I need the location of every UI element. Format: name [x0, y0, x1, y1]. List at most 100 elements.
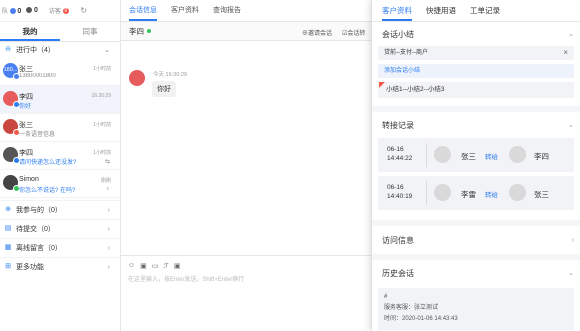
- avatar: [3, 119, 20, 136]
- last-message: 你好: [19, 104, 32, 110]
- status-icon: ⇆: [104, 159, 110, 165]
- conversation-list: 180... 张三 13800001800 1小时前 李四 你好 16:30:29 张三 一条语…: [0, 58, 120, 198]
- close-icon[interactable]: ×: [563, 46, 568, 60]
- customer-panel: 客户资料 快捷用语 工单记录 会话小结 ⌄ 贷前--支付--商户 × 添加会话小结 …: [371, 0, 580, 331]
- transfer-datetime: 06-16 14:44:22: [387, 146, 413, 162]
- flag-icon: [379, 82, 385, 88]
- add-summary-button[interactable]: 添加会话小结: [378, 64, 574, 78]
- owner-tabs: 我的 同事: [0, 22, 120, 42]
- list-item[interactable]: Simon 你怎么不说话? 在吗? 刚刚 ♁: [0, 170, 120, 198]
- message-input[interactable]: 在这里输入，按Enter发送，Shift+Enter换行: [121, 270, 371, 287]
- list-item[interactable]: 180... 张三 13800001800 1小时前: [0, 58, 120, 86]
- folder-icon[interactable]: ▭: [152, 262, 159, 270]
- nav-icon: ⊕: [5, 206, 11, 213]
- tab-ticket-records[interactable]: 工单记录: [470, 0, 500, 21]
- sidebar-nav-item[interactable]: ▦ 离线留言（0） ›: [0, 238, 120, 257]
- history-hash: #: [384, 294, 388, 300]
- nav-label: 更多功能: [16, 264, 44, 271]
- list-item[interactable]: 张三 一条语音信息 1小时前: [0, 114, 120, 142]
- sidebar-nav-item[interactable]: ⊕ 我参与的（0） ›: [0, 200, 120, 219]
- chevron-down-icon: ⌄: [104, 47, 110, 54]
- list-item[interactable]: 李四 请问快递怎么还没发? 1小时前 ⇆: [0, 142, 120, 170]
- visitor-stat: 访客 0: [48, 8, 70, 15]
- transfer-session-button[interactable]: ☑会话转: [342, 28, 365, 37]
- group-label: 进行中（4）: [16, 47, 55, 54]
- tab-colleagues[interactable]: 同事: [60, 22, 120, 41]
- summary-tag: 贷前--支付--商户 ×: [378, 46, 574, 60]
- nav-icon: ▦: [4, 244, 12, 251]
- minus-circle-icon: ⊖: [5, 46, 11, 53]
- last-message: 一条语音信息: [19, 132, 56, 138]
- message-time: 16:30:29: [91, 93, 111, 99]
- waiting-stat: 0: [26, 7, 38, 14]
- last-message: 你怎么不说话? 在吗?: [19, 188, 76, 194]
- visit-section: 访问信息 ›: [372, 226, 580, 260]
- sidebar-nav-item[interactable]: ▤ 待提交（0） ›: [0, 219, 120, 238]
- transfer-datetime: 06-16 14:40:19: [387, 184, 413, 200]
- summary-header[interactable]: 会话小结 ⌄: [372, 22, 580, 46]
- visit-header[interactable]: 访问信息 ›: [372, 226, 580, 254]
- editor-toolbar: ☺ ▣ ▭ ℱ ▣: [121, 256, 371, 270]
- chevron-right-icon: ›: [107, 244, 110, 252]
- transfer-action: 转给: [485, 192, 498, 199]
- invite-session-button[interactable]: ⊕邀请会话: [302, 28, 332, 37]
- avatar: [129, 70, 145, 86]
- history-item[interactable]: # 服务客服：张立测试 时间：2020-01-06 14:43:43: [378, 288, 574, 330]
- last-message: 13800001800: [19, 73, 56, 79]
- message-time: 1小时前: [93, 122, 111, 128]
- transfer-from: 张三: [461, 152, 476, 161]
- nav-icon: ⊞: [5, 263, 11, 270]
- tab-customer-info[interactable]: 客户资料: [171, 0, 199, 21]
- message-time: 1小时前: [93, 66, 111, 72]
- transfer-row: 06-16 14:44:22 张三 转给 李四: [378, 138, 574, 172]
- nav-label: 待提交（0）: [16, 226, 55, 233]
- queue-icon: [9, 8, 16, 15]
- group-in-progress[interactable]: ⊖ 进行中（4） ⌄: [0, 42, 120, 58]
- summary-section: 会话小结 ⌄ 贷前--支付--商户 × 添加会话小结 小结1--小结2--小结3: [372, 22, 580, 112]
- chevron-down-icon: ⌄: [568, 122, 574, 129]
- avatar: [434, 146, 451, 163]
- tab-customer-profile[interactable]: 客户资料: [382, 0, 412, 21]
- image-icon[interactable]: ▣: [140, 262, 147, 270]
- app-root: 队 0 0 访客 0 ↻ 我的 同事 ⊖ 进行中（4） ⌄ 180... 张三 13…: [0, 0, 580, 331]
- nav-label: 离线留言（0）: [16, 245, 62, 252]
- transfer-to: 李四: [534, 152, 549, 161]
- transfer-row: 06-16 14:40:19 李雷 转给 张三: [378, 176, 574, 210]
- transfer-header[interactable]: 转接记录 ⌄: [372, 112, 580, 138]
- message-time: 今天 16:30:29: [153, 72, 187, 78]
- history-header[interactable]: 历史会话 ⌄: [372, 260, 580, 286]
- contact-name: Simon: [19, 176, 39, 183]
- transfer-from: 李雷: [461, 190, 476, 199]
- avatar: [509, 146, 526, 163]
- chat-pane: 会话信息 客户资料 查询报告 李四 ⊕邀请会话 ☑会话转 今天 16:30:29…: [121, 0, 371, 331]
- transfer-action: 转给: [485, 154, 498, 161]
- message-editor: ☺ ▣ ▭ ℱ ▣ 在这里输入，按Enter发送，Shift+Enter换行: [121, 255, 371, 331]
- avatar: [509, 184, 526, 201]
- tab-mine[interactable]: 我的: [0, 22, 60, 41]
- queue-stat: 队 0: [2, 8, 22, 15]
- chevron-down-icon: ⌄: [568, 270, 574, 277]
- chevron-right-icon: ›: [107, 206, 110, 214]
- summary-item: 小结1--小结2--小结3: [378, 82, 574, 98]
- online-status-dot: [147, 29, 151, 33]
- avatar: [434, 184, 451, 201]
- message-time: 刚刚: [100, 178, 111, 184]
- avatar: [3, 175, 20, 192]
- chevron-right-icon: ›: [571, 236, 574, 244]
- list-item[interactable]: 李四 你好 16:30:29: [0, 86, 120, 114]
- tab-query-report[interactable]: 查询报告: [213, 0, 241, 21]
- customer-panel-tabs: 客户资料 快捷用语 工单记录: [372, 0, 580, 22]
- sidebar-nav-item[interactable]: ⊞ 更多功能 ›: [0, 257, 120, 276]
- refresh-icon[interactable]: ↻: [80, 6, 87, 15]
- screenshot-icon[interactable]: ▣: [174, 262, 181, 270]
- tab-session-info[interactable]: 会话信息: [129, 0, 157, 21]
- emoji-icon[interactable]: ☺: [128, 262, 135, 270]
- transfer-section: 转接记录 ⌄ 06-16 14:44:22 张三 转给 李四 06-16 14:40:19 李雷…: [372, 112, 580, 226]
- status-icon: ♁: [105, 186, 111, 192]
- nav-icon: ▤: [4, 225, 12, 232]
- function-icon[interactable]: ℱ: [163, 262, 169, 270]
- tab-quick-phrases[interactable]: 快捷用语: [426, 0, 456, 21]
- conversation-sidebar: 队 0 0 访客 0 ↻ 我的 同事 ⊖ 进行中（4） ⌄ 180... 张三 13…: [0, 0, 121, 331]
- nav-label: 我参与的（0）: [16, 207, 62, 214]
- chat-header: 李四 ⊕邀请会话 ☑会话转: [121, 22, 371, 41]
